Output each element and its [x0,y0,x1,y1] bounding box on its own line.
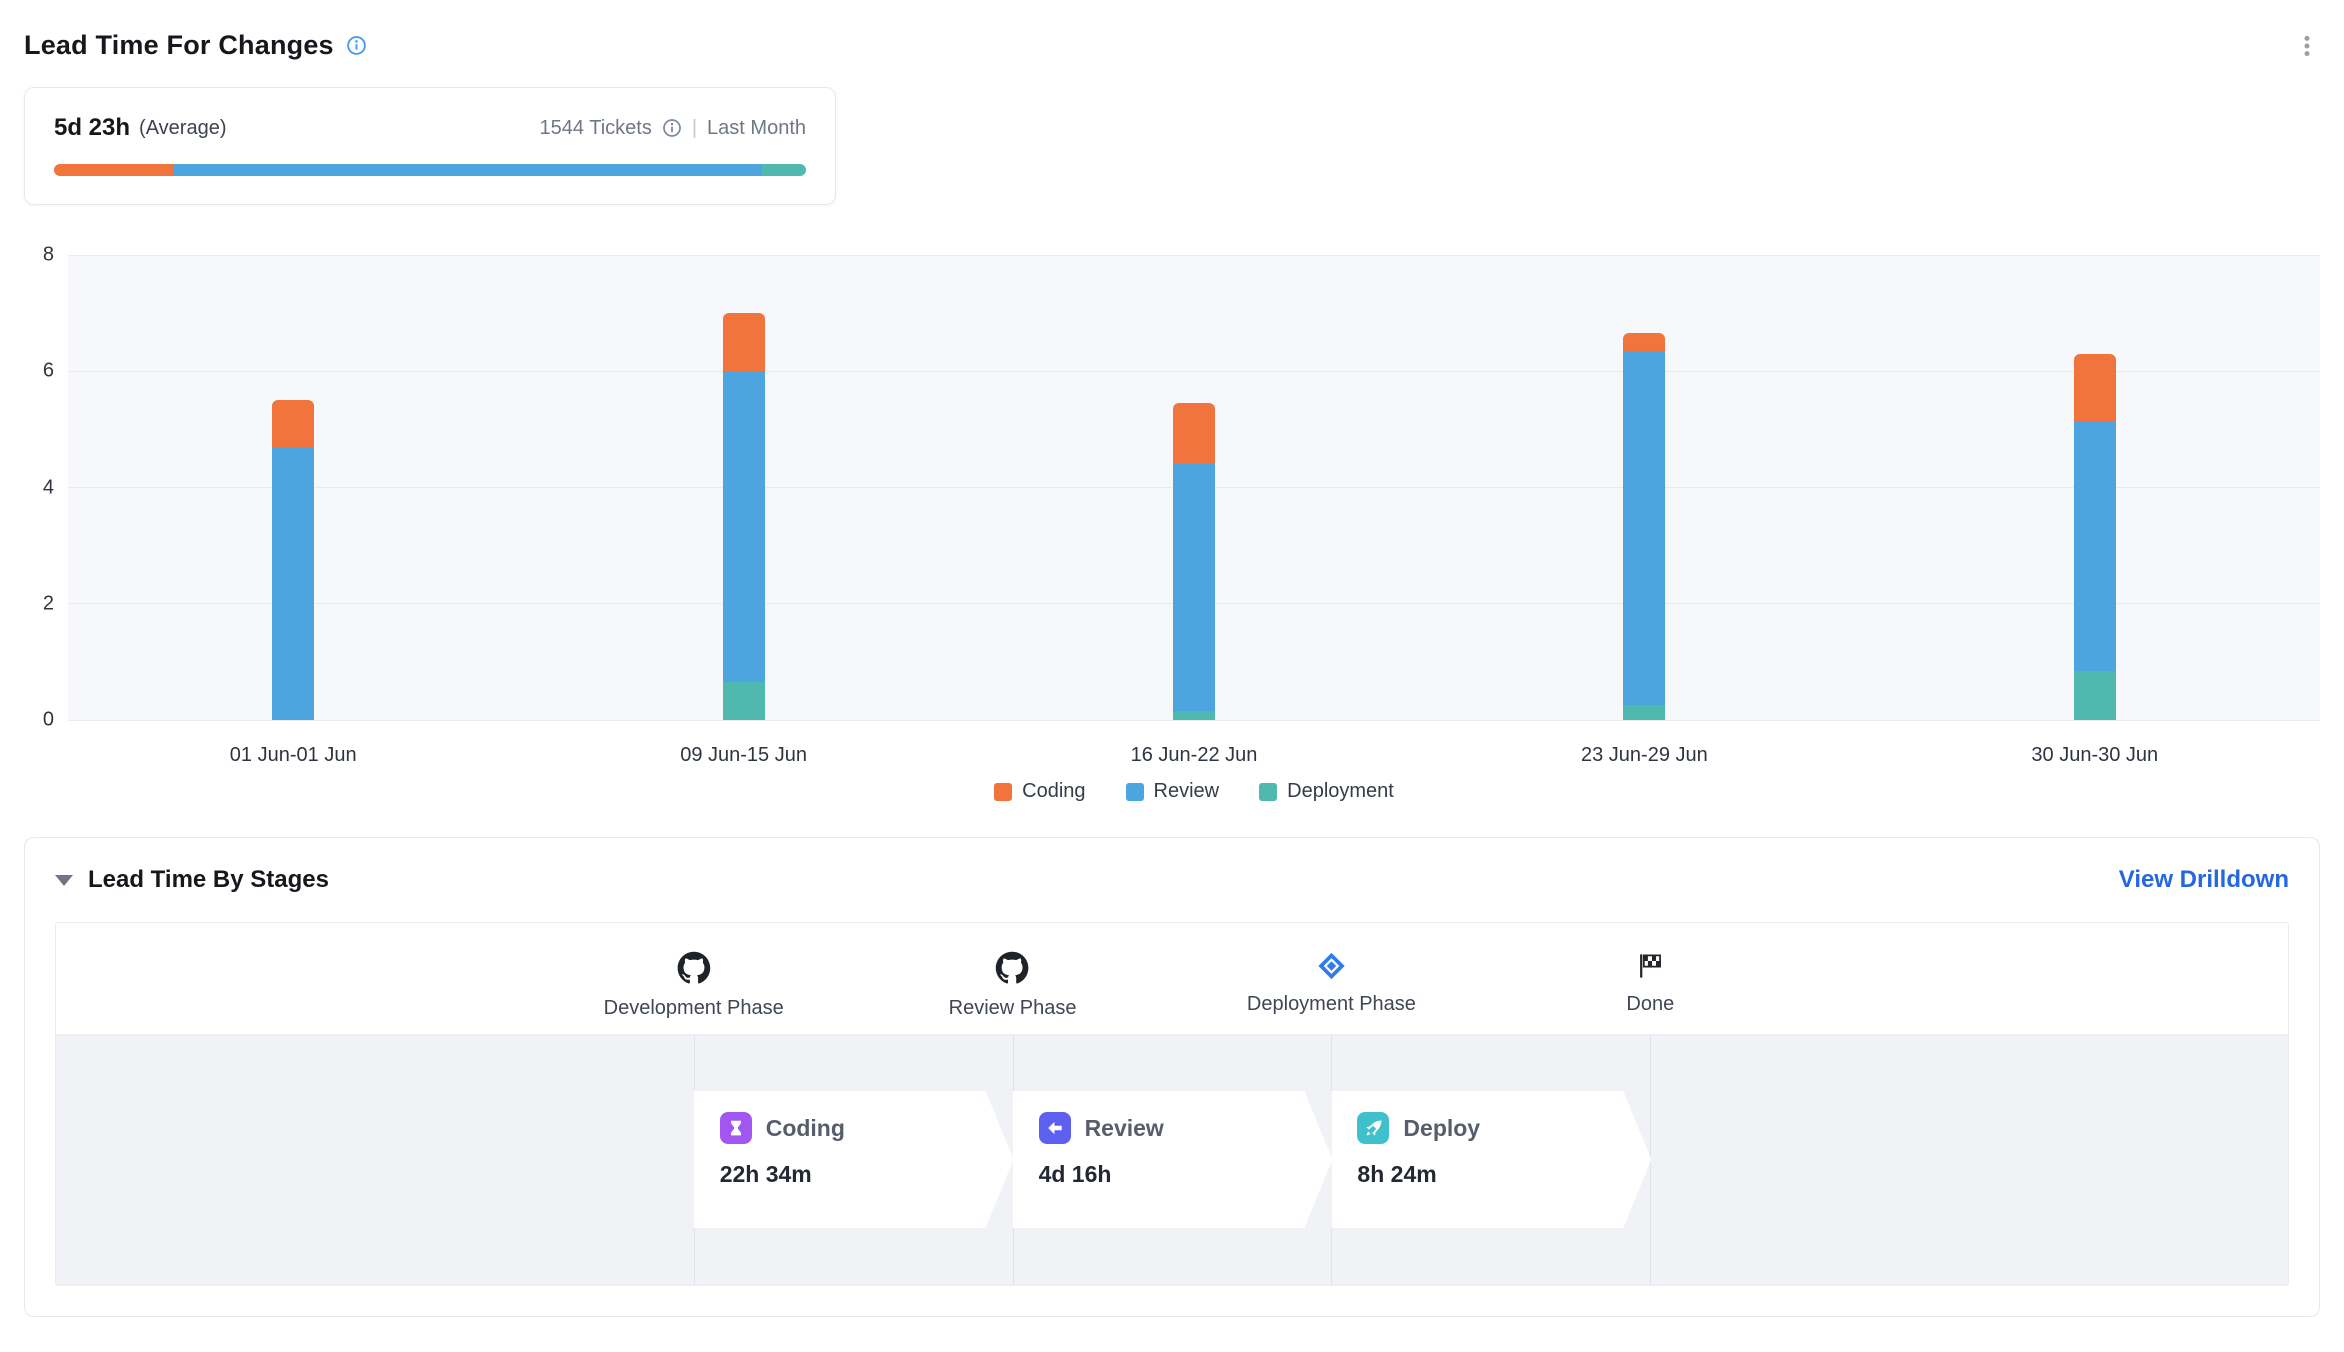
x-axis-labels: 01 Jun-01 Jun 09 Jun-15 Jun 16 Jun-22 Jun 2… [68,720,2320,770]
stage-duration: 4d 16h [1039,1161,1307,1188]
stages-panel-title: Lead Time By Stages [88,866,329,894]
bar-segment-deployment [723,682,765,720]
tickets-info-icon[interactable] [662,118,682,138]
period-label: Last Month [707,117,806,140]
lead-time-dashboard: Lead Time For Changes 5d 23h (Average) 1… [0,0,2344,1352]
github-icon [604,951,784,985]
collapse-chevron-icon[interactable] [55,875,73,886]
stages-panel-header: Lead Time By Stages View Drilldown [55,866,2289,894]
chart-bar-5[interactable] [2074,354,2116,720]
gridline [68,255,2320,256]
lead-time-chart: 02468 01 Jun-01 Jun09 Jun-15 Jun16 Jun-2… [24,255,2320,803]
phase-done: Done [1626,951,1674,1016]
distribution-segment-deployment [762,164,806,176]
legend-item-review[interactable]: Review [1126,780,1220,803]
y-tick-label: 8 [43,244,54,267]
phase-development-phase: Development Phase [604,951,784,1020]
phase-review-phase: Review Phase [949,951,1077,1020]
stage-duration: 8h 24m [1357,1161,1625,1188]
x-axis-label: 09 Jun-15 Jun [680,744,807,767]
stage-card-deploy[interactable]: Deploy 8h 24m [1331,1091,1651,1228]
average-value: 5d 23h [54,114,130,142]
average-label: (Average) [139,117,226,140]
stage-card-review[interactable]: Review 4d 16h [1013,1091,1333,1228]
stage-card-coding[interactable]: Coding 22h 34m [694,1091,1014,1228]
phase-deployment-phase: Deployment Phase [1247,951,1416,1016]
y-tick-label: 2 [43,592,54,615]
bar-segment-review [723,371,765,682]
bar-segment-coding [1173,403,1215,464]
legend-swatch [1259,783,1277,801]
summary-card: 5d 23h (Average) 1544 Tickets | Last Mon… [24,87,836,205]
bar-segment-coding [1623,333,1665,350]
x-axis-label: 16 Jun-22 Jun [1131,744,1258,767]
diamond-icon [1247,951,1416,981]
distribution-segment-coding [54,164,173,176]
stages-panel: Lead Time By Stages View Drilldown Devel… [24,837,2320,1317]
chart-bar-4[interactable] [1623,333,1665,720]
stage-duration: 22h 34m [720,1161,988,1188]
x-axis-label: 23 Jun-29 Jun [1581,744,1708,767]
x-axis-label: 30 Jun-30 Jun [2031,744,2158,767]
legend-item-deployment[interactable]: Deployment [1259,780,1394,803]
chart-legend: Coding Review Deployment [68,780,2320,803]
bar-segment-coding [272,400,314,447]
page-title: Lead Time For Changes [24,30,334,61]
y-tick-label: 4 [43,476,54,499]
phase-label: Development Phase [604,997,784,1020]
bar-segment-coding [2074,354,2116,421]
distribution-segment-review [173,164,762,176]
bar-segment-deployment [2074,671,2116,720]
legend-swatch [1126,783,1144,801]
stage-distribution-bar [54,164,806,176]
checkered-flag-icon [1626,951,1674,981]
bar-segment-review [1173,464,1215,711]
stage-label: Review [1085,1115,1164,1142]
title-info-icon[interactable] [346,35,367,56]
separator: | [692,117,697,140]
phase-label: Deployment Phase [1247,993,1416,1016]
gridline [68,371,2320,372]
legend-label: Review [1154,780,1220,803]
stages-body: Coding 22h 34m Review 4d 16h Deploy 8h 24m [56,1035,2288,1285]
legend-label: Coding [1022,780,1085,803]
bar-segment-coding [723,313,765,371]
phases-header: Development Phase Review Phase Deployment … [56,923,2288,1035]
y-tick-label: 0 [43,709,54,732]
rocket-icon [1357,1112,1389,1144]
phase-label: Review Phase [949,997,1077,1020]
review-arrow-icon [1039,1112,1071,1144]
tickets-count: 1544 Tickets [540,117,652,140]
header: Lead Time For Changes [24,30,2320,61]
legend-label: Deployment [1287,780,1394,803]
phase-label: Done [1626,993,1674,1016]
bar-segment-deployment [1623,705,1665,720]
chart-bar-3[interactable] [1173,403,1215,720]
hourglass-icon [720,1112,752,1144]
y-axis: 02468 [24,255,68,720]
bar-segment-review [272,447,314,720]
x-axis-label: 01 Jun-01 Jun [230,744,357,767]
chart-bar-1[interactable] [272,400,314,720]
bar-segment-deployment [1173,711,1215,720]
chart-bar-2[interactable] [723,313,765,720]
stage-label: Coding [766,1115,845,1142]
view-drilldown-link[interactable]: View Drilldown [2119,866,2289,894]
legend-swatch [994,783,1012,801]
stages-table: Development Phase Review Phase Deployment … [55,922,2289,1286]
github-icon [949,951,1077,985]
y-tick-label: 6 [43,360,54,383]
kebab-menu-icon[interactable] [2294,33,2320,59]
stage-label: Deploy [1403,1115,1480,1142]
chart-plot [68,255,2320,720]
bar-segment-review [2074,421,2116,671]
bar-segment-review [1623,351,1665,706]
legend-item-coding[interactable]: Coding [994,780,1085,803]
